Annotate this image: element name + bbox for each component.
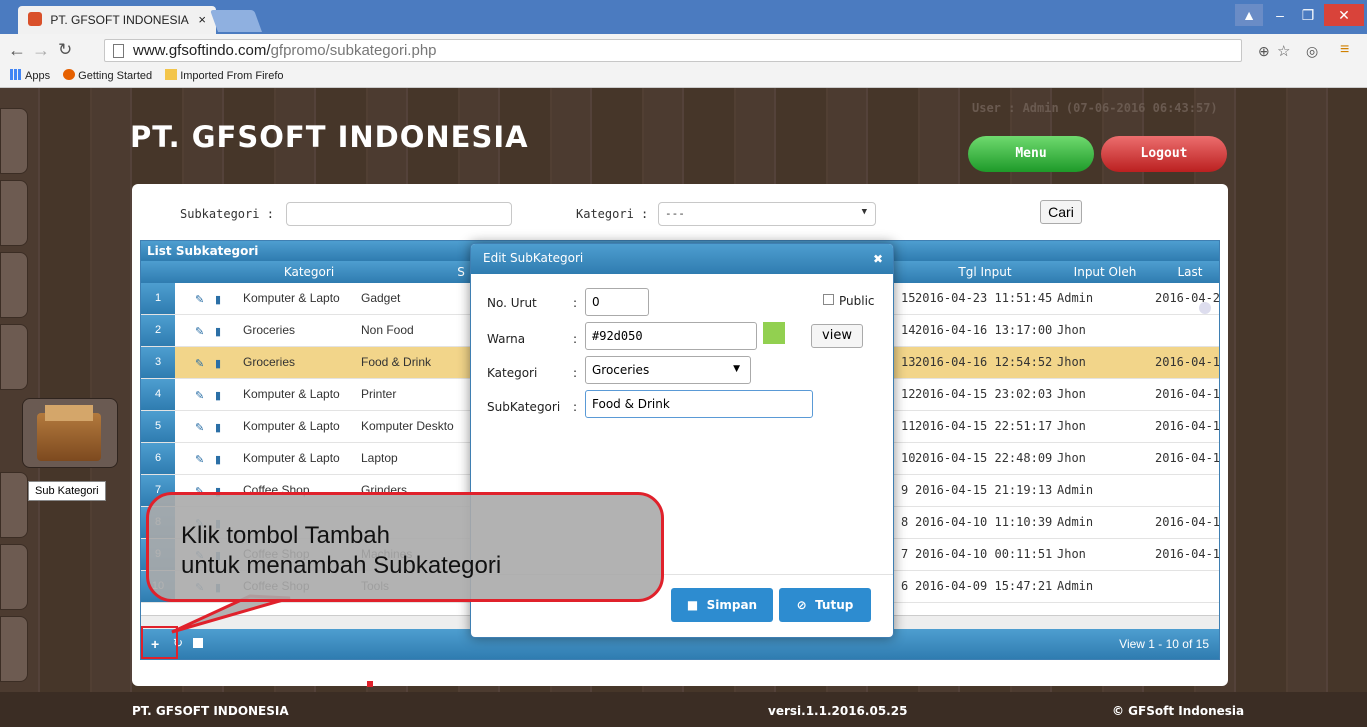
indicator-dot [367, 681, 373, 687]
tutorial-callout: Klik tombol Tambah untuk menambah Subkat… [146, 492, 664, 602]
footer-version: versi.1.1.2016.05.25 [768, 704, 908, 718]
callout-line-1: Klik tombol Tambah [181, 522, 390, 549]
footer-copyright: © GFSoft Indonesia [1112, 704, 1245, 718]
footer-company: PT. GFSOFT INDONESIA [132, 704, 289, 718]
callout-line-2: untuk menambah Subkategori [181, 552, 502, 579]
callout-pointer [171, 594, 291, 634]
page-footer: PT. GFSOFT INDONESIA versi.1.1.2016.05.2… [0, 692, 1367, 727]
add-button-highlight [141, 626, 178, 659]
